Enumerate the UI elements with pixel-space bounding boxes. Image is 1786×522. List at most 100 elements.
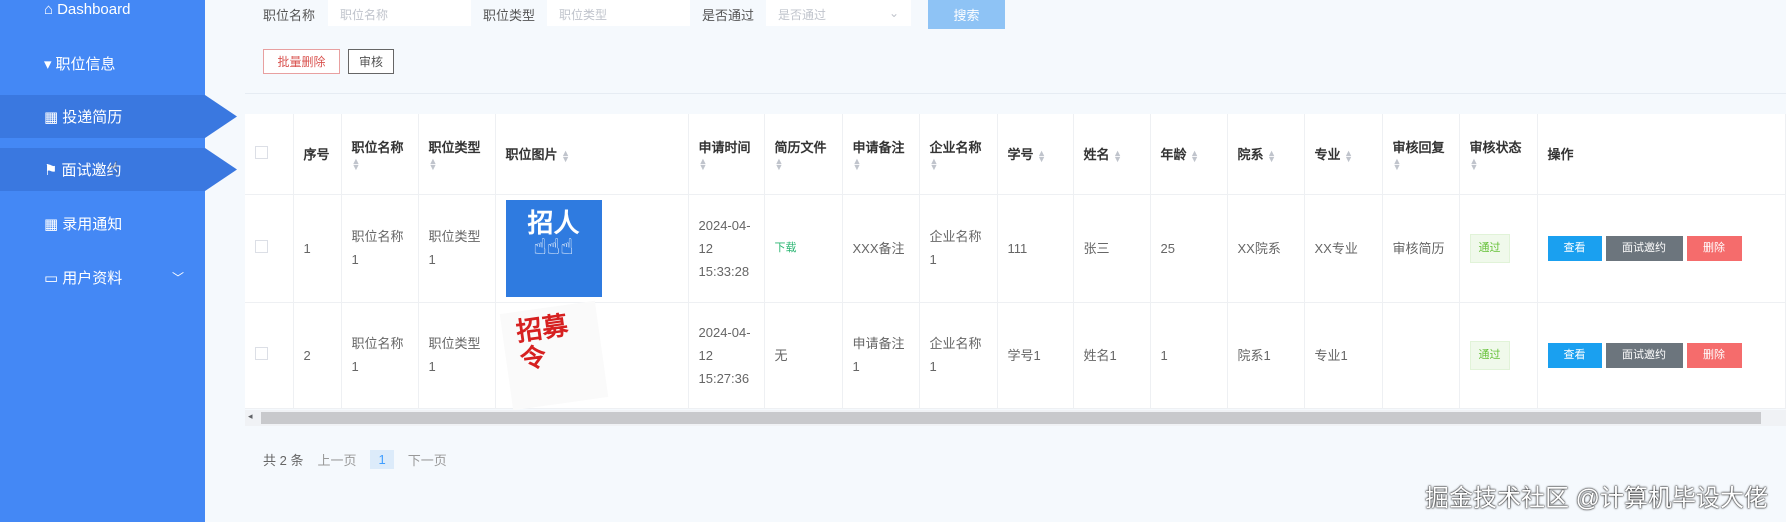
col-index: 序号	[293, 114, 342, 195]
sort-icon: ▲ ▼	[428, 156, 438, 173]
col-student-no[interactable]: 学号 ▲ ▼	[997, 114, 1074, 195]
row-checkbox[interactable]	[255, 346, 268, 360]
cell-apply-time: 2024-04-12 15:27:36	[688, 302, 765, 409]
cell-resume: 无	[764, 302, 843, 409]
delete-button[interactable]: 删除	[1686, 236, 1742, 261]
sort-icon: ▲ ▼	[1469, 156, 1479, 173]
cell-index: 2	[293, 302, 342, 409]
cell-age: 1	[1150, 302, 1228, 409]
sidebar-item-resume[interactable]: ▦ 投递简历	[0, 95, 237, 138]
col-status[interactable]: 审核状态 ▲ ▼	[1459, 114, 1538, 195]
sidebar-item-dashboard[interactable]: ⌂ Dashboard	[0, 0, 205, 31]
pass-select-value: 是否通过	[778, 8, 827, 22]
hand-cursor-icon: ☝	[108, 158, 119, 178]
col-company[interactable]: 企业名称 ▲ ▼	[919, 114, 998, 195]
sidebar-item-user-profile[interactable]: ▭ 用户资料 ﹀	[0, 256, 205, 299]
job-name-input[interactable]: 职位名称	[328, 0, 471, 26]
cell-student-no: 学号1	[997, 302, 1074, 409]
next-page-button[interactable]: 下一页	[408, 450, 447, 469]
row-checkbox[interactable]	[255, 239, 268, 253]
col-age[interactable]: 年龄 ▲ ▼	[1150, 114, 1228, 195]
sidebar-item-offer[interactable]: ▦ 录用通知	[0, 202, 205, 245]
cell-name: 姓名1	[1073, 302, 1151, 409]
col-resume[interactable]: 简历文件 ▲ ▼	[764, 114, 843, 195]
cell-company: 企业名称1	[919, 194, 998, 303]
cell-age: 25	[1150, 194, 1228, 303]
cell-reply: 审核简历	[1382, 194, 1460, 303]
interview-invite-button[interactable]: 面试邀约	[1605, 236, 1683, 261]
job-image: 招人 ☝☝☝	[505, 199, 602, 297]
col-apply-time[interactable]: 申请时间 ▲ ▼	[688, 114, 765, 195]
col-actions: 操作	[1537, 114, 1786, 195]
sort-icon: ▲ ▼	[351, 156, 361, 173]
job-type-label: 职位类型	[483, 8, 536, 23]
delete-button[interactable]: 删除	[1686, 343, 1742, 368]
cell-job-name: 职位名称1	[341, 194, 419, 303]
pass-select[interactable]: 是否通过 ⌄	[766, 0, 911, 26]
download-link[interactable]: 下载	[764, 194, 843, 303]
cell-major: 专业1	[1304, 302, 1383, 409]
scrollbar-thumb[interactable]	[261, 412, 1761, 424]
cell-apply-time: 2024-04-12 15:33:28	[688, 194, 765, 303]
col-reply[interactable]: 审核回复 ▲ ▼	[1382, 114, 1460, 195]
cell-job-name: 职位名称1	[341, 302, 419, 409]
sort-icon: ▲ ▼	[698, 156, 708, 173]
sidebar: ⌂ Dashboard ▾ 职位信息 ▦ 投递简历 ⚑ 面试邀约 ▦ 录用通知 ▭ 用户资料…	[0, 0, 237, 522]
col-dept[interactable]: 院系 ▲ ▼	[1227, 114, 1305, 195]
cell-name: 张三	[1073, 194, 1151, 303]
pass-label: 是否通过	[702, 8, 755, 23]
grid-icon: ▦	[44, 108, 59, 126]
sidebar-item-label: 投递简历	[62, 109, 123, 126]
sort-icon: ▲ ▼	[1190, 147, 1200, 164]
view-button[interactable]: 查看	[1547, 343, 1602, 368]
sort-icon: ▲ ▼	[1392, 156, 1402, 173]
sort-icon: ▲ ▼	[1267, 147, 1277, 164]
cell-major: XX专业	[1304, 194, 1383, 303]
col-name[interactable]: 姓名 ▲ ▼	[1073, 114, 1151, 195]
chevron-down-icon: ⌄	[888, 6, 899, 20]
sort-icon: ▲ ▼	[561, 147, 571, 164]
cell-index: 1	[293, 194, 342, 303]
card-icon: ▭	[44, 269, 59, 287]
total-count: 共 2 条	[263, 453, 304, 468]
horizontal-scrollbar[interactable]: ◂	[245, 410, 1786, 426]
scroll-left-icon[interactable]: ◂	[248, 411, 253, 422]
table-row: 2 职位名称1 职位类型1 招募令 2024-04-12 15:27:36 无 …	[245, 300, 1786, 410]
sidebar-item-label: 职位信息	[55, 56, 116, 73]
status-badge: 通过	[1469, 340, 1510, 370]
col-job-image[interactable]: 职位图片 ▲ ▼	[495, 114, 689, 195]
chevron-down-icon: ﹀	[172, 271, 185, 285]
flag-icon: ⚑	[44, 161, 58, 179]
interview-invite-button[interactable]: 面试邀约	[1605, 343, 1683, 368]
table-row: 1 职位名称1 职位类型1 招人 ☝☝☝ 2024-04-12 15:33:28 …	[245, 194, 1786, 303]
table-header-row: 序号 职位名称 ▲ ▼ 职位类型 ▲ ▼ 职位图片 ▲ ▼ 申请时间 ▲ ▼ 简历文件 ▲ ▼ 申…	[245, 114, 1786, 195]
prev-page-button[interactable]: 上一页	[317, 450, 356, 469]
view-button[interactable]: 查看	[1547, 236, 1602, 261]
cell-reply	[1382, 302, 1460, 409]
sort-icon: ▲ ▼	[852, 156, 862, 173]
cell-remark: XXX备注	[842, 194, 920, 303]
col-major[interactable]: 专业 ▲ ▼	[1304, 114, 1383, 195]
page-1-button[interactable]: 1	[370, 450, 394, 469]
batch-delete-button[interactable]: 批量删除	[263, 49, 340, 74]
home-icon: ⌂	[44, 1, 54, 18]
col-job-type[interactable]: 职位类型 ▲ ▼	[418, 114, 496, 195]
sort-icon: ▲ ▼	[1344, 147, 1354, 164]
select-all-checkbox[interactable]	[255, 145, 268, 159]
sidebar-item-label: 用户资料	[62, 270, 123, 287]
job-type-input[interactable]: 职位类型	[547, 0, 690, 26]
cell-student-no: 111	[997, 194, 1074, 303]
cell-company: 企业名称1	[919, 302, 998, 409]
sort-icon: ▲ ▼	[774, 156, 784, 173]
watermark: 掘金技术社区 @计算机毕设大佬	[1424, 485, 1768, 512]
col-remark[interactable]: 申请备注 ▲ ▼	[842, 114, 920, 195]
sidebar-item-label: 录用通知	[62, 216, 123, 233]
pagination: 共 2 条 上一页 1 下一页	[263, 450, 447, 469]
sidebar-item-job-info[interactable]: ▾ 职位信息	[0, 42, 205, 85]
search-button[interactable]: 搜索	[928, 0, 1005, 29]
job-image: 招募令	[499, 300, 608, 410]
cell-dept: XX院系	[1227, 194, 1305, 303]
col-job-name[interactable]: 职位名称 ▲ ▼	[341, 114, 419, 195]
cell-remark: 申请备注1	[842, 302, 920, 409]
review-button[interactable]: 审核	[348, 49, 394, 74]
